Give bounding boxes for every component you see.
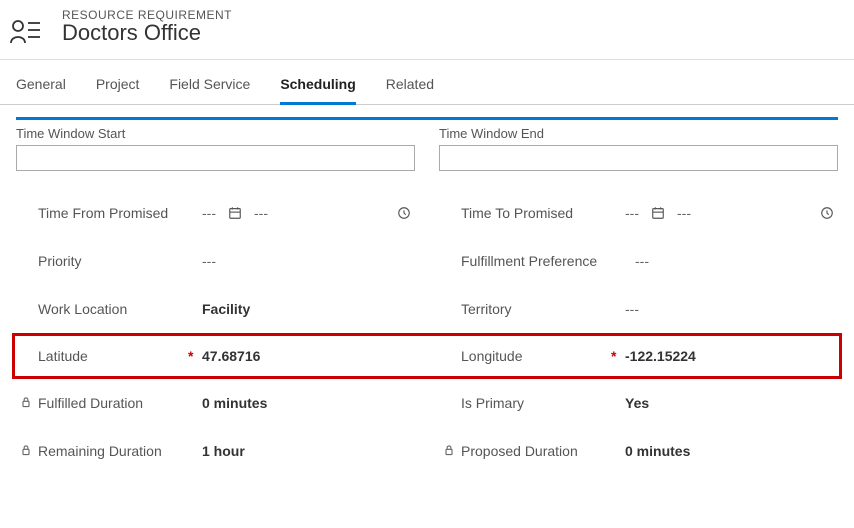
label-latitude: Latitude [38,348,188,364]
tab-bar: General Project Field Service Scheduling… [0,60,854,105]
time-window-end-label: Time Window End [439,126,838,141]
label-is-primary: Is Primary [461,395,611,411]
lock-icon [443,443,455,459]
row-is-primary: Is Primary Yes [439,379,838,427]
label-longitude: Longitude [461,348,611,364]
highlight-lat-long: Latitude * 47.68716 Longitude * -122.152… [12,333,842,379]
clock-icon[interactable] [397,206,411,220]
time-window-end-input[interactable] [439,145,838,171]
time-window-start-label: Time Window Start [16,126,415,141]
required-marker: * [188,348,202,364]
clock-icon[interactable] [820,206,834,220]
calendar-icon[interactable] [651,206,665,220]
left-column: Time Window Start Time From Promised ---… [16,126,415,333]
row-time-from-promised: Time From Promised --- --- [16,189,415,237]
label-time-from-promised: Time From Promised [38,205,188,221]
time-window-start-input[interactable] [16,145,415,171]
value-remaining-duration: 1 hour [202,443,411,459]
label-time-to-promised: Time To Promised [461,205,611,221]
label-fulfillment-preference: Fulfillment Preference [461,253,621,269]
time-to-promised-field[interactable]: --- --- [625,205,834,221]
label-fulfilled-duration: Fulfilled Duration [38,395,188,411]
calendar-icon[interactable] [228,206,242,220]
row-priority: Priority --- [16,237,415,285]
value-longitude[interactable]: -122.15224 [625,348,834,364]
tab-general[interactable]: General [16,76,66,104]
value-territory[interactable]: --- [625,301,834,317]
label-proposed-duration: Proposed Duration [461,443,611,459]
value-latitude[interactable]: 47.68716 [202,348,411,364]
row-latitude: Latitude * 47.68716 [16,336,415,376]
row-remaining-duration: Remaining Duration 1 hour [16,427,415,475]
row-fulfillment-preference: Fulfillment Preference --- [439,237,838,285]
lock-icon [20,443,32,459]
row-work-location: Work Location Facility [16,285,415,333]
tab-scheduling[interactable]: Scheduling [280,76,355,105]
required-marker: * [611,348,625,364]
value-is-primary[interactable]: Yes [625,395,834,411]
row-time-to-promised: Time To Promised --- --- [439,189,838,237]
row-proposed-duration: Proposed Duration 0 minutes [439,427,838,475]
row-territory: Territory --- [439,285,838,333]
person-list-icon [10,18,38,47]
label-work-location: Work Location [38,301,188,317]
row-fulfilled-duration: Fulfilled Duration 0 minutes [16,379,415,427]
time-from-promised-field[interactable]: --- --- [202,205,411,221]
value-proposed-duration: 0 minutes [625,443,834,459]
value-fulfilled-duration: 0 minutes [202,395,411,411]
value-priority[interactable]: --- [202,253,411,269]
record-header: RESOURCE REQUIREMENT Doctors Office [0,0,854,60]
value-fulfillment-preference[interactable]: --- [635,253,834,269]
lock-icon [20,395,32,411]
row-longitude: Longitude * -122.15224 [439,336,838,376]
tab-related[interactable]: Related [386,76,434,104]
tab-project[interactable]: Project [96,76,140,104]
label-remaining-duration: Remaining Duration [38,443,188,459]
tab-field-service[interactable]: Field Service [169,76,250,104]
value-work-location[interactable]: Facility [202,301,411,317]
record-name: Doctors Office [62,20,232,46]
label-priority: Priority [38,253,188,269]
label-territory: Territory [461,301,611,317]
right-column: Time Window End Time To Promised --- --- [439,126,838,333]
scheduling-panel: Time Window Start Time From Promised ---… [16,117,838,475]
